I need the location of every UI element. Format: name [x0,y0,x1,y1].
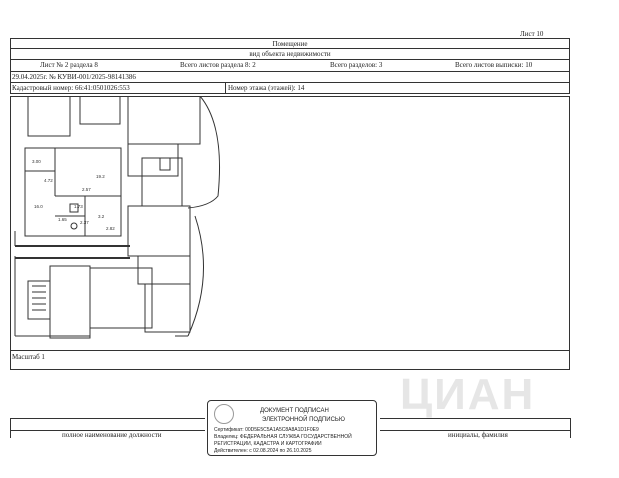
plan-label: 2.57 [82,187,91,192]
stamp-line1: ДОКУМЕНТ ПОДПИСАН [260,408,329,414]
watermark-text: ЦИАН [400,370,536,419]
plan-label: 1.73 [74,204,83,209]
plan-label: 4.72 [44,178,53,183]
total-sheets-extract: Всего листов выписки: 10 [455,61,533,69]
cadastral-number: Кадастровый номер: 66:41:0501026:553 [12,84,130,92]
emblem-icon [214,404,234,424]
plan-label: 3.2 [98,214,105,219]
plan-label: 2.37 [80,220,89,225]
object-subtitle: вид объекта недвижимости [249,50,331,58]
plan-label: 16.0 [34,204,43,209]
position-label: полное наименование должности [62,431,162,439]
date-number: 29.04.2025г. № КУВИ-001/2025-98141386 [12,73,136,81]
floor-number: Номер этажа (этажей): 14 [228,84,305,92]
stamp-line2: ЭЛЕКТРОННОЙ ПОДПИСЬЮ [262,417,345,423]
total-sections: Всего разделов: 3 [330,61,383,69]
scale-label: Масштаб 1 [12,353,45,361]
total-sheets-section: Всего листов раздела 8: 2 [180,61,256,69]
name-label: инициалы, фамилия [448,431,508,439]
plan-label: 1.65 [58,217,67,222]
stamp-valid: Действителен: с 02.08.2024 по 26.10.2025 [214,448,312,454]
plan-label: 3.00 [32,159,41,164]
stamp-cert: Сертификат: 00D5E5C5A1A5C8A8A1D1F0E9 [214,427,319,433]
plan-label: 19.2 [96,174,105,179]
stamp-owner: Владелец: ФЕДЕРАЛЬНАЯ СЛУЖБА ГОСУДАРСТВЕ… [214,434,352,440]
floor-plan-drawing: 3.00 4.72 2.57 19.2 16.0 1.73 1.65 2.37 … [14,96,220,339]
plan-label: 2.82 [106,226,115,231]
stamp-owner2: РЕГИСТРАЦИИ, КАДАСТРА И КАРТОГРАФИИ [214,441,322,447]
sheet-section: Лист № 2 раздела 8 [40,61,98,69]
